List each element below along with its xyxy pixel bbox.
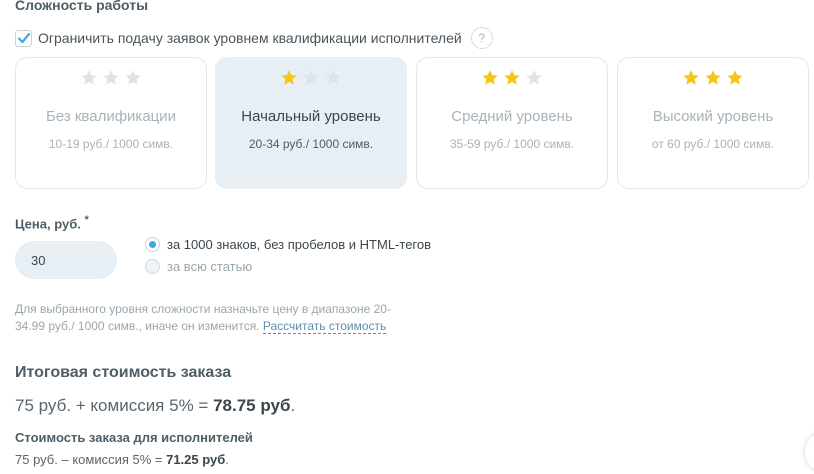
star-empty-icon: [125, 70, 141, 85]
level-card-beginner[interactable]: Начальный уровень 20-34 руб./ 1000 симв.: [215, 57, 407, 189]
chat-bubble[interactable]: [805, 432, 814, 472]
level-price: от 60 руб./ 1000 симв.: [651, 137, 775, 151]
star-filled-icon: [705, 70, 721, 85]
total-title: Итоговая стоимость заказа: [15, 364, 232, 381]
level-card-medium[interactable]: Средний уровень 35-59 руб./ 1000 симв.: [416, 57, 608, 189]
radio-label: за всю статью: [167, 259, 253, 274]
star-empty-icon: [81, 70, 97, 85]
help-icon[interactable]: ?: [470, 27, 493, 49]
executor-line: 75 руб. – комиссия 5% = 71.25 руб.: [15, 452, 229, 467]
level-stars: [417, 69, 607, 93]
restrict-label: Ограничить подачу заявок уровнем квалифи…: [38, 30, 462, 46]
executor-amount: 71.25 руб: [166, 452, 226, 467]
total-amount: 78.75 руб: [213, 396, 291, 415]
star-filled-icon: [727, 70, 743, 85]
level-name: Без квалификации: [45, 108, 177, 125]
checkmark-icon: [17, 32, 30, 44]
star-empty-icon: [325, 70, 341, 85]
total-suffix: .: [290, 396, 296, 415]
level-cards: Без квалификации 10-19 руб./ 1000 симв. …: [15, 57, 809, 189]
radio-button-checked[interactable]: [145, 237, 160, 252]
star-filled-icon: [482, 70, 498, 85]
star-filled-icon: [281, 70, 297, 85]
level-stars: [618, 69, 808, 93]
executor-title: Стоимость заказа для исполнителей: [15, 430, 253, 445]
radio-whole-article[interactable]: за всю статью: [145, 259, 252, 274]
level-card-none[interactable]: Без квалификации 10-19 руб./ 1000 симв.: [15, 57, 207, 189]
star-empty-icon: [526, 70, 542, 85]
required-mark: *: [84, 214, 89, 226]
radio-button[interactable]: [145, 259, 160, 274]
price-hint: Для выбранного уровня сложности назначьт…: [15, 301, 415, 335]
level-name: Средний уровень: [451, 108, 573, 125]
section-title: Сложность работы: [15, 0, 149, 13]
star-empty-icon: [103, 70, 119, 85]
level-stars: [16, 69, 206, 93]
level-stars: [216, 69, 406, 93]
level-card-high[interactable]: Высокий уровень от 60 руб./ 1000 симв.: [617, 57, 809, 189]
executor-suffix: .: [225, 452, 229, 467]
level-price: 20-34 руб./ 1000 симв.: [248, 137, 374, 151]
level-price: 35-59 руб./ 1000 симв.: [449, 137, 575, 151]
total-formula: 75 руб. + комиссия 5% =: [15, 396, 214, 415]
restrict-checkbox[interactable]: [15, 29, 32, 47]
level-name: Начальный уровень: [241, 108, 381, 125]
restrict-qualification-row[interactable]: Ограничить подачу заявок уровнем квалифи…: [15, 27, 493, 49]
star-filled-icon: [683, 70, 699, 85]
level-price: 10-19 руб./ 1000 симв.: [48, 137, 174, 151]
star-filled-icon: [504, 70, 520, 85]
price-label: Цена, руб. *: [15, 214, 89, 231]
price-label-text: Цена, руб.: [15, 216, 81, 232]
radio-dot: [149, 241, 156, 248]
total-line: 75 руб. + комиссия 5% = 78.75 руб.: [15, 396, 295, 416]
star-empty-icon: [303, 70, 319, 85]
executor-formula: 75 руб. – комиссия 5% =: [15, 452, 167, 467]
radio-label: за 1000 знаков, без пробелов и HTML-тего…: [167, 237, 432, 252]
radio-per-1000[interactable]: за 1000 знаков, без пробелов и HTML-тего…: [145, 237, 431, 252]
calculate-cost-link[interactable]: Рассчитать стоимость: [262, 319, 387, 334]
level-name: Высокий уровень: [652, 108, 774, 125]
price-input[interactable]: [15, 241, 117, 279]
